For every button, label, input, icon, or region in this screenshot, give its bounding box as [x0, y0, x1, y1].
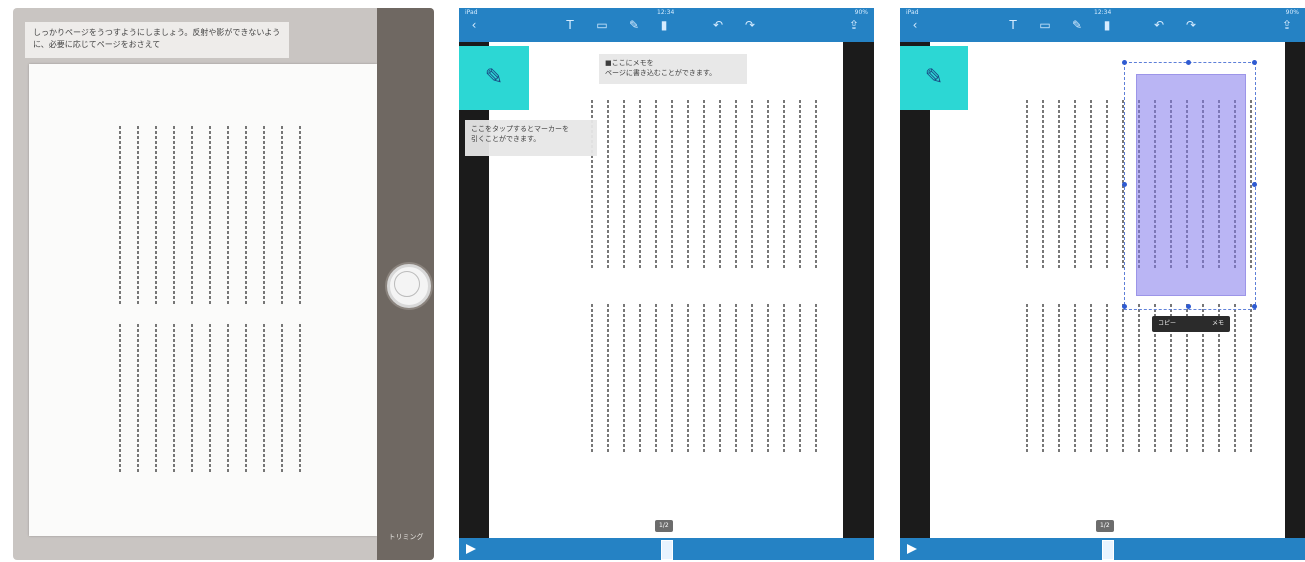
status-device: iPad [906, 9, 919, 16]
slider-thumb[interactable] [661, 540, 673, 560]
book-page: コピー メモ 1/2 [930, 42, 1285, 538]
selection-context-menu: コピー メモ [1152, 316, 1230, 332]
camera-panel: しっかりページをうつすようにしましょう。反射や影ができないように、必要に応じてペ… [13, 8, 434, 560]
status-time: 12:34 [1094, 9, 1112, 16]
copy-menu-item[interactable]: コピー [1158, 320, 1176, 327]
reader-toolbar: iPad 12:34 90% ‹ T ▭ ✎ ▮ ↶ ↷ ⇪ [459, 8, 874, 42]
reader-panel-selection: iPad 12:34 90% ‹ T ▭ ✎ ▮ ↶ ↷ ⇪ コピー メモ 1/… [900, 8, 1305, 560]
page-number: 1/2 [655, 520, 673, 532]
text-selection-highlight[interactable] [1136, 74, 1246, 296]
pen-memo-tab[interactable]: ✎ [900, 46, 968, 110]
pen-icon: ✎ [484, 65, 504, 90]
play-icon[interactable] [466, 544, 476, 554]
redo-icon[interactable]: ↷ [743, 18, 757, 32]
pen-memo-tab[interactable]: ✎ [459, 46, 529, 110]
text-tool-icon[interactable]: T [563, 18, 577, 32]
reader-toolbar: iPad 12:34 90% ‹ T ▭ ✎ ▮ ↶ ↷ ⇪ [900, 8, 1305, 42]
status-battery: 90% [1285, 9, 1299, 16]
camera-tip: しっかりページをうつすようにしましょう。反射や影ができないように、必要に応じてペ… [25, 22, 289, 58]
reader-panel-annotate: iPad 12:34 90% ‹ T ▭ ✎ ▮ ↶ ↷ ⇪ 1/2 ✎ ■ここ… [459, 8, 874, 560]
status-battery: 90% [854, 9, 868, 16]
pen-tool-icon[interactable]: ✎ [1070, 18, 1084, 32]
page-slider-bar[interactable] [459, 538, 874, 560]
undo-icon[interactable]: ↶ [711, 18, 725, 32]
pen-tool-icon[interactable]: ✎ [627, 18, 641, 32]
photo-tool-icon[interactable]: ▭ [595, 18, 609, 32]
selection-handle[interactable] [1122, 304, 1127, 309]
crop-mode-label[interactable]: トリミング [381, 532, 431, 542]
shutter-button[interactable] [387, 264, 431, 308]
selection-handle[interactable] [1122, 182, 1127, 187]
captured-page-preview [29, 64, 377, 536]
pen-icon: ✎ [924, 65, 944, 90]
book-page: 1/2 [489, 42, 843, 538]
play-icon[interactable] [907, 544, 917, 554]
selection-handle[interactable] [1252, 182, 1257, 187]
selection-handle[interactable] [1186, 60, 1191, 65]
selection-handle[interactable] [1252, 60, 1257, 65]
memo-menu-item[interactable]: メモ [1212, 316, 1224, 332]
share-icon[interactable]: ⇪ [1280, 18, 1294, 32]
marker-tool-icon[interactable]: ▮ [1100, 18, 1114, 32]
memo-tooltip: ■ここにメモを ページに書き込むことができます。 [599, 54, 747, 84]
selection-handle[interactable] [1186, 304, 1191, 309]
selection-handle[interactable] [1122, 60, 1127, 65]
selection-handle[interactable] [1252, 304, 1257, 309]
status-device: iPad [465, 9, 478, 16]
share-icon[interactable]: ⇪ [847, 18, 861, 32]
marker-tooltip: ここをタップするとマーカーを 引くことができます。 [465, 120, 597, 156]
status-time: 12:34 [657, 9, 675, 16]
redo-icon[interactable]: ↷ [1184, 18, 1198, 32]
back-icon[interactable]: ‹ [467, 18, 481, 32]
text-tool-icon[interactable]: T [1006, 18, 1020, 32]
photo-tool-icon[interactable]: ▭ [1038, 18, 1052, 32]
back-icon[interactable]: ‹ [908, 18, 922, 32]
marker-tool-icon[interactable]: ▮ [657, 18, 671, 32]
slider-thumb[interactable] [1102, 540, 1114, 560]
page-number: 1/2 [1096, 520, 1114, 532]
page-slider-bar[interactable] [900, 538, 1305, 560]
undo-icon[interactable]: ↶ [1152, 18, 1166, 32]
